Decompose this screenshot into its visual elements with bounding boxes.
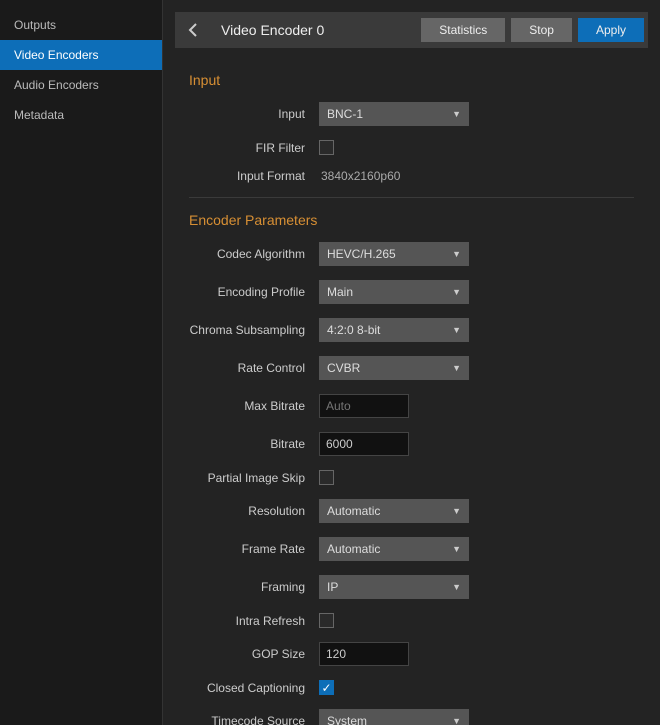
row-intra-refresh: Intra Refresh <box>189 613 634 628</box>
input-bitrate[interactable] <box>319 432 409 456</box>
caret-down-icon: ▼ <box>452 325 461 335</box>
label-codec: Codec Algorithm <box>189 247 319 261</box>
section-input-title: Input <box>189 72 634 88</box>
row-chroma: Chroma Subsampling 4:2:0 8-bit ▼ <box>189 318 634 342</box>
label-input-format: Input Format <box>189 169 319 183</box>
label-input: Input <box>189 107 319 121</box>
row-input-format: Input Format 3840x2160p60 <box>189 169 634 183</box>
label-intra-refresh: Intra Refresh <box>189 614 319 628</box>
select-frame-rate-value: Automatic <box>327 542 380 556</box>
section-divider <box>189 197 634 198</box>
label-timecode: Timecode Source <box>189 714 319 725</box>
caret-down-icon: ▼ <box>452 506 461 516</box>
label-partial-skip: Partial Image Skip <box>189 471 319 485</box>
sidebar-item-video-encoders[interactable]: Video Encoders <box>0 40 162 70</box>
select-chroma[interactable]: 4:2:0 8-bit ▼ <box>319 318 469 342</box>
select-profile-value: Main <box>327 285 353 299</box>
value-input-format: 3840x2160p60 <box>319 169 400 183</box>
row-rate-control: Rate Control CVBR ▼ <box>189 356 634 380</box>
content-area: Input Input BNC-1 ▼ FIR Filter Input For… <box>163 48 660 725</box>
row-timecode: Timecode Source System ▼ <box>189 709 634 725</box>
select-chroma-value: 4:2:0 8-bit <box>327 323 380 337</box>
select-rate-control-value: CVBR <box>327 361 360 375</box>
row-profile: Encoding Profile Main ▼ <box>189 280 634 304</box>
select-input-value: BNC-1 <box>327 107 363 121</box>
stop-button[interactable]: Stop <box>511 18 572 42</box>
sidebar: Outputs Video Encoders Audio Encoders Me… <box>0 0 163 725</box>
row-framing: Framing IP ▼ <box>189 575 634 599</box>
caret-down-icon: ▼ <box>452 287 461 297</box>
select-resolution-value: Automatic <box>327 504 380 518</box>
select-profile[interactable]: Main ▼ <box>319 280 469 304</box>
caret-down-icon: ▼ <box>452 544 461 554</box>
select-framing[interactable]: IP ▼ <box>319 575 469 599</box>
row-partial-skip: Partial Image Skip <box>189 470 634 485</box>
checkbox-partial-skip[interactable] <box>319 470 334 485</box>
sidebar-item-outputs[interactable]: Outputs <box>0 10 162 40</box>
caret-down-icon: ▼ <box>452 716 461 725</box>
label-fir-filter: FIR Filter <box>189 141 319 155</box>
caret-down-icon: ▼ <box>452 363 461 373</box>
label-max-bitrate: Max Bitrate <box>189 399 319 413</box>
label-profile: Encoding Profile <box>189 285 319 299</box>
row-closed-caption: Closed Captioning <box>189 680 634 695</box>
select-framing-value: IP <box>327 580 338 594</box>
label-bitrate: Bitrate <box>189 437 319 451</box>
checkbox-fir-filter[interactable] <box>319 140 334 155</box>
select-frame-rate[interactable]: Automatic ▼ <box>319 537 469 561</box>
row-codec: Codec Algorithm HEVC/H.265 ▼ <box>189 242 634 266</box>
apply-button[interactable]: Apply <box>578 18 644 42</box>
sidebar-item-audio-encoders[interactable]: Audio Encoders <box>0 70 162 100</box>
chevron-left-icon <box>188 23 198 37</box>
input-max-bitrate[interactable] <box>319 394 409 418</box>
label-resolution: Resolution <box>189 504 319 518</box>
row-gop-size: GOP Size <box>189 642 634 666</box>
label-rate-control: Rate Control <box>189 361 319 375</box>
caret-down-icon: ▼ <box>452 109 461 119</box>
input-gop-size[interactable] <box>319 642 409 666</box>
select-input[interactable]: BNC-1 ▼ <box>319 102 469 126</box>
back-button[interactable] <box>175 12 211 48</box>
checkbox-closed-caption[interactable] <box>319 680 334 695</box>
select-codec[interactable]: HEVC/H.265 ▼ <box>319 242 469 266</box>
select-codec-value: HEVC/H.265 <box>327 247 396 261</box>
label-frame-rate: Frame Rate <box>189 542 319 556</box>
statistics-button[interactable]: Statistics <box>421 18 505 42</box>
caret-down-icon: ▼ <box>452 582 461 592</box>
main-panel: Video Encoder 0 Statistics Stop Apply In… <box>163 0 660 725</box>
row-bitrate: Bitrate <box>189 432 634 456</box>
select-rate-control[interactable]: CVBR ▼ <box>319 356 469 380</box>
row-max-bitrate: Max Bitrate <box>189 394 634 418</box>
select-timecode-value: System <box>327 714 367 725</box>
label-gop-size: GOP Size <box>189 647 319 661</box>
label-closed-caption: Closed Captioning <box>189 681 319 695</box>
select-timecode[interactable]: System ▼ <box>319 709 469 725</box>
page-title: Video Encoder 0 <box>211 22 415 38</box>
checkbox-intra-refresh[interactable] <box>319 613 334 628</box>
select-resolution[interactable]: Automatic ▼ <box>319 499 469 523</box>
row-resolution: Resolution Automatic ▼ <box>189 499 634 523</box>
sidebar-item-metadata[interactable]: Metadata <box>0 100 162 130</box>
row-frame-rate: Frame Rate Automatic ▼ <box>189 537 634 561</box>
row-input: Input BNC-1 ▼ <box>189 102 634 126</box>
label-chroma: Chroma Subsampling <box>189 323 319 337</box>
topbar: Video Encoder 0 Statistics Stop Apply <box>175 12 648 48</box>
row-fir-filter: FIR Filter <box>189 140 634 155</box>
section-encoder-title: Encoder Parameters <box>189 212 634 228</box>
caret-down-icon: ▼ <box>452 249 461 259</box>
label-framing: Framing <box>189 580 319 594</box>
